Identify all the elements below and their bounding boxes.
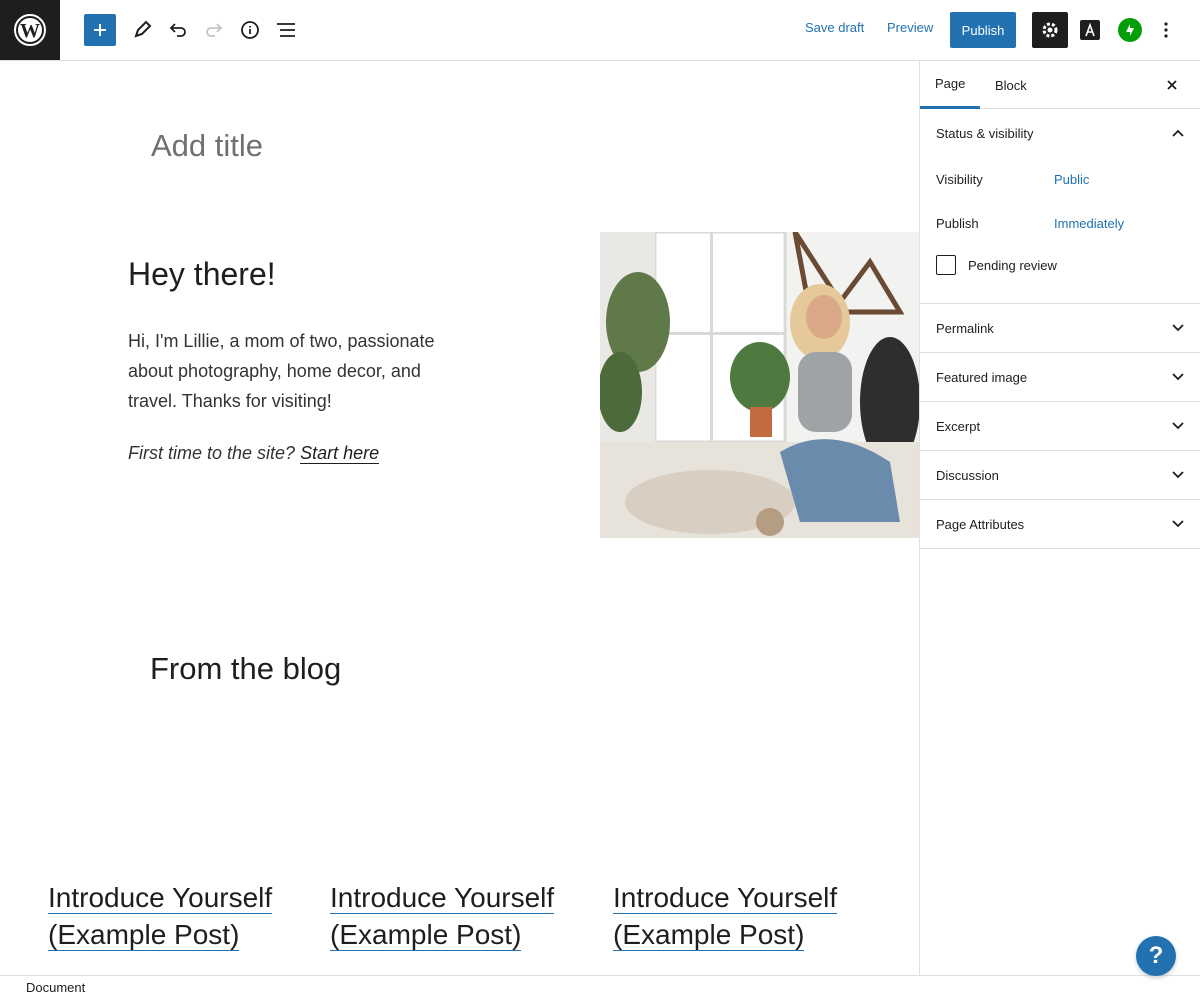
featured-image-toggle[interactable]: Featured image	[920, 353, 1200, 401]
publish-button[interactable]: Publish	[950, 12, 1016, 48]
cta-paragraph[interactable]: First time to the site? Start here	[128, 443, 380, 464]
redo-button[interactable]	[198, 14, 230, 46]
add-block-button[interactable]	[84, 14, 116, 46]
page-attributes-panel[interactable]: Page Attributes	[920, 500, 1200, 549]
heading-block[interactable]: Hey there!	[128, 256, 276, 293]
sidebar-tabs: Page Block	[920, 61, 1200, 109]
block-breadcrumb: Document	[0, 975, 1200, 1000]
permalink-toggle[interactable]: Permalink	[920, 304, 1200, 352]
typography-button[interactable]	[1080, 20, 1100, 40]
editor-canvas: Add title Hey there! Hi, I'm Lillie, a m…	[0, 61, 919, 975]
plus-icon	[94, 24, 106, 36]
chevron-down-icon	[1172, 373, 1184, 381]
status-visibility-toggle[interactable]: Status & visibility	[920, 109, 1200, 157]
blog-heading[interactable]: From the blog	[150, 651, 341, 687]
settings-button[interactable]	[1032, 12, 1068, 48]
start-here-link[interactable]: Start here	[300, 443, 380, 464]
visibility-value[interactable]: Public	[1054, 172, 1089, 187]
chevron-down-icon	[1172, 422, 1184, 430]
tab-block[interactable]: Block	[980, 61, 1042, 109]
panel-title: Page Attributes	[936, 516, 1025, 532]
intro-paragraph[interactable]: Hi, I'm Lillie, a mom of two, passionate…	[128, 326, 448, 416]
pencil-icon	[134, 20, 152, 38]
save-draft-button[interactable]: Save draft	[805, 20, 864, 35]
status-visibility-panel: Status & visibility Visibility Public Pu…	[920, 109, 1200, 304]
settings-sidebar: Page Block Status & visibility Visibilit…	[919, 61, 1200, 975]
page-attributes-toggle[interactable]: Page Attributes	[920, 500, 1200, 548]
permalink-panel[interactable]: Permalink	[920, 304, 1200, 353]
close-icon	[1167, 80, 1177, 90]
list-view-icon	[277, 23, 295, 37]
pending-review-checkbox[interactable]	[936, 255, 956, 275]
undo-icon	[169, 23, 186, 37]
post-card[interactable]: Introduce Yourself (Example Post)	[613, 879, 873, 953]
title-field[interactable]: Add title	[151, 128, 263, 164]
visibility-row: Visibility Public	[936, 157, 1184, 201]
panel-title: Permalink	[936, 320, 994, 336]
chevron-up-icon	[1172, 129, 1184, 137]
publish-date-value[interactable]: Immediately	[1054, 216, 1124, 231]
post-title-link[interactable]: Introduce Yourself (Example Post)	[613, 882, 838, 951]
panel-title: Discussion	[936, 467, 999, 483]
chevron-down-icon	[1172, 520, 1184, 528]
breadcrumb-document[interactable]: Document	[26, 980, 85, 995]
wordpress-logo-icon[interactable]: W	[0, 0, 60, 60]
gear-icon	[1042, 22, 1058, 38]
cta-prefix: First time to the site?	[128, 443, 296, 463]
help-button[interactable]: ?	[1136, 936, 1176, 976]
featured-image-panel[interactable]: Featured image	[920, 353, 1200, 402]
post-title-link[interactable]: Introduce Yourself (Example Post)	[48, 882, 273, 951]
discussion-panel[interactable]: Discussion	[920, 451, 1200, 500]
info-icon	[241, 21, 259, 39]
publish-label: Publish	[936, 215, 979, 231]
svg-text:W: W	[20, 20, 40, 42]
visibility-label: Visibility	[936, 171, 983, 187]
list-view-button[interactable]	[270, 14, 302, 46]
post-card[interactable]: Introduce Yourself (Example Post)	[48, 879, 308, 953]
preview-button[interactable]: Preview	[887, 20, 933, 35]
excerpt-toggle[interactable]: Excerpt	[920, 402, 1200, 450]
redo-icon	[206, 23, 223, 37]
jetpack-icon	[1126, 24, 1134, 36]
panel-title: Excerpt	[936, 418, 981, 434]
jetpack-button[interactable]	[1118, 18, 1142, 42]
discussion-toggle[interactable]: Discussion	[920, 451, 1200, 499]
hero-image[interactable]	[600, 232, 919, 538]
close-sidebar-button[interactable]	[1162, 75, 1182, 95]
chevron-down-icon	[1172, 324, 1184, 332]
pending-review-label: Pending review	[968, 257, 1057, 273]
vertical-ellipsis-icon	[1164, 22, 1168, 38]
chevron-down-icon	[1172, 471, 1184, 479]
post-card[interactable]: Introduce Yourself (Example Post)	[330, 879, 590, 953]
undo-button[interactable]	[162, 14, 194, 46]
excerpt-panel[interactable]: Excerpt	[920, 402, 1200, 451]
tools-button[interactable]	[126, 14, 158, 46]
status-visibility-body: Visibility Public Publish Immediately Pe…	[920, 157, 1200, 303]
typography-icon	[1085, 23, 1095, 37]
details-button[interactable]	[234, 14, 266, 46]
publish-row: Publish Immediately	[936, 201, 1184, 245]
more-options-button[interactable]	[1156, 18, 1176, 42]
panel-title: Featured image	[936, 369, 1028, 385]
pending-review-row: Pending review	[936, 245, 1184, 285]
tab-page[interactable]: Page	[920, 61, 981, 109]
editor-toolbar: W Save draft Preview Publish	[0, 0, 1200, 61]
panel-title: Status & visibility	[936, 125, 1034, 141]
post-title-link[interactable]: Introduce Yourself (Example Post)	[330, 882, 555, 951]
